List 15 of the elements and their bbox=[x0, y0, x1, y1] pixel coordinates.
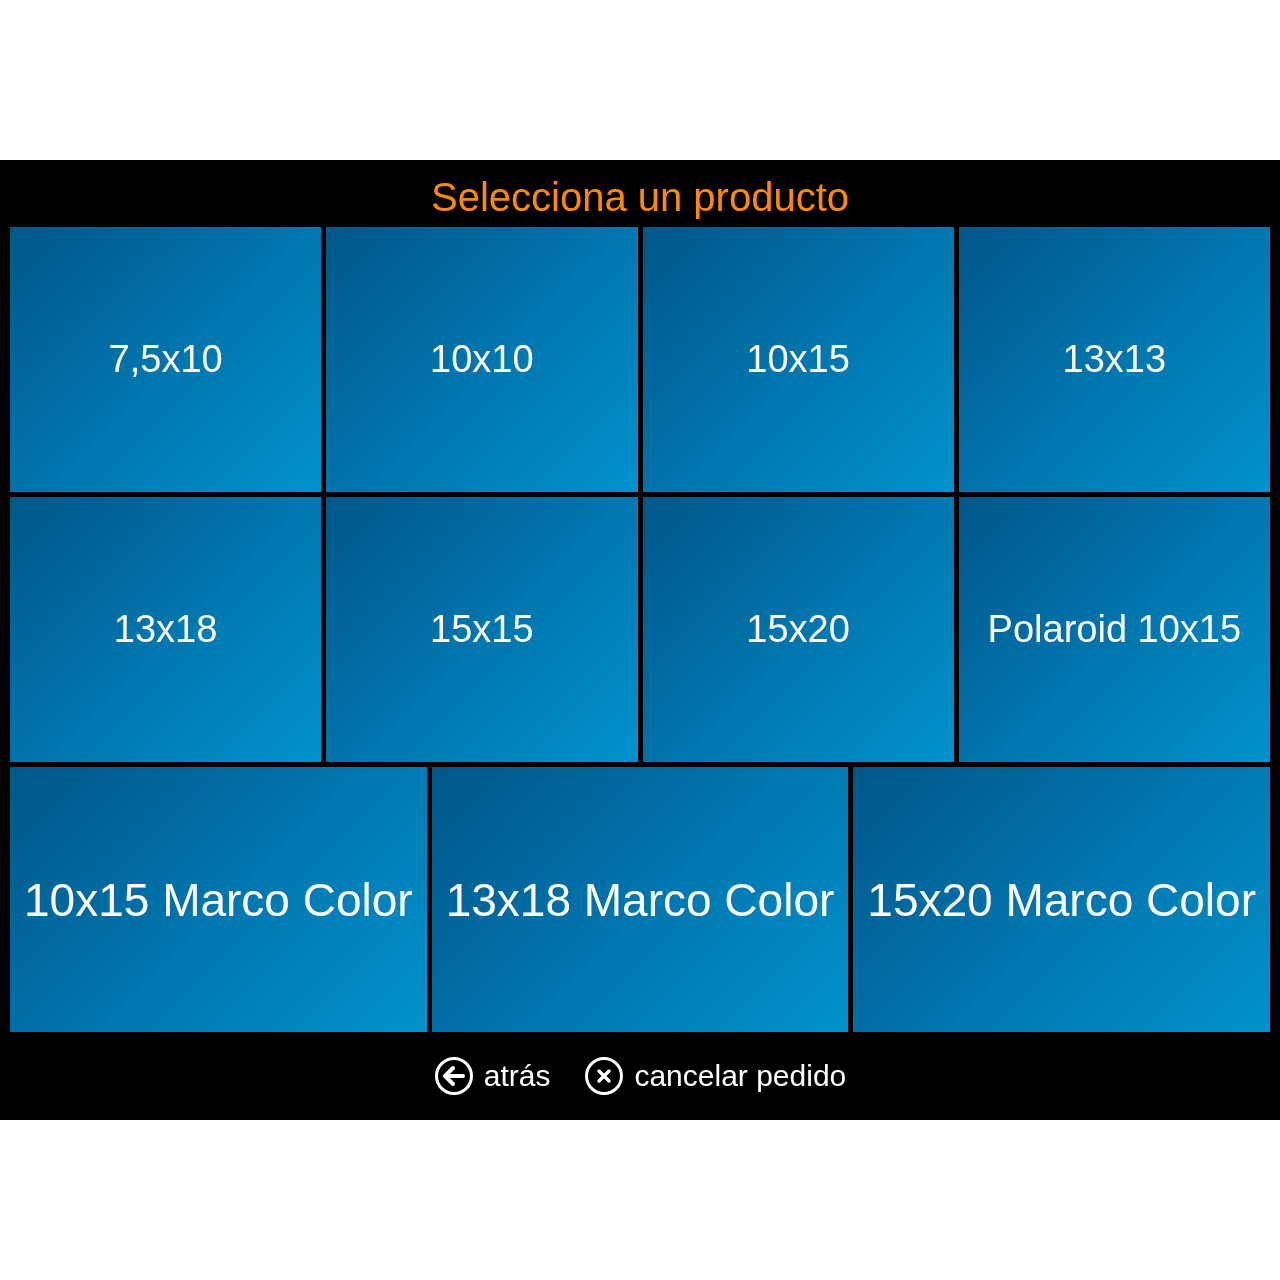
product-tile[interactable]: 15x20 bbox=[642, 497, 954, 762]
back-button[interactable]: atrás bbox=[433, 1056, 551, 1096]
product-tile[interactable]: 13x18 Marco Color bbox=[431, 767, 849, 1032]
product-tile[interactable]: 15x15 bbox=[326, 497, 638, 762]
product-tile[interactable]: 10x15 Marco Color bbox=[10, 767, 427, 1032]
product-tile[interactable]: 10x10 bbox=[326, 227, 638, 492]
product-tile[interactable]: 13x13 bbox=[958, 227, 1270, 492]
product-tile[interactable]: Polaroid 10x15 bbox=[958, 497, 1270, 762]
page-title: Selecciona un producto bbox=[429, 174, 851, 221]
product-tile[interactable]: 7,5x10 bbox=[10, 227, 322, 492]
product-tile[interactable]: 15x20 Marco Color bbox=[853, 767, 1270, 1032]
product-tile[interactable]: 13x18 bbox=[10, 497, 322, 762]
product-tile[interactable]: 10x15 bbox=[642, 227, 954, 492]
close-icon bbox=[584, 1056, 625, 1096]
cancel-button[interactable]: cancelar pedido bbox=[584, 1056, 847, 1096]
